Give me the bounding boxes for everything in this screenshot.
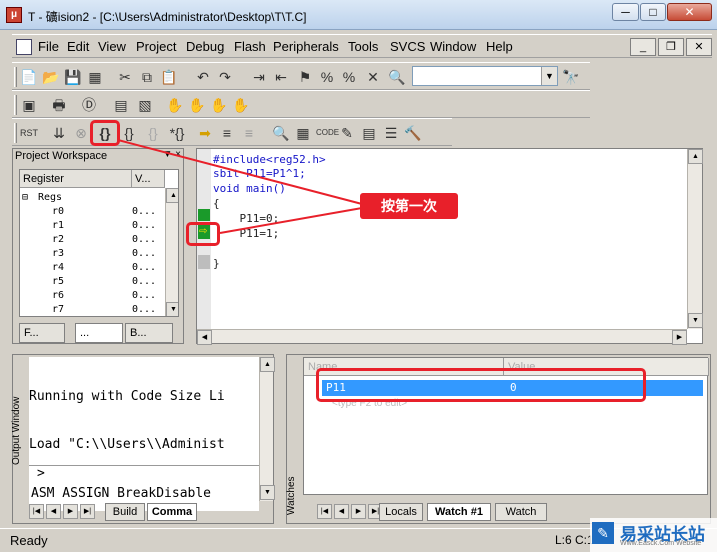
tab-build[interactable]: Build <box>105 503 145 521</box>
tab-watch-1[interactable]: Watch #1 <box>427 503 491 521</box>
tab-watch-2[interactable]: Watch <box>495 503 547 521</box>
watermark: ✎ 易采站长站 Www.Easck.Com Website <box>590 518 717 552</box>
output-line: Running with Code Size Li <box>29 389 225 404</box>
command-prompt: > <box>37 466 45 481</box>
first-tab-icon[interactable]: |◀ <box>29 504 44 519</box>
status-cursor-position: L:6 C:1 <box>555 533 594 547</box>
output-line: Load "C:\\Users\\Administ <box>29 437 225 452</box>
output-window: Output Window Running with Code Size Li … <box>11 354 275 524</box>
watch-window-label: Watches <box>286 476 297 515</box>
status-text: Ready <box>10 533 48 548</box>
first-tab-icon[interactable]: |◀ <box>317 504 332 519</box>
annotation-callout: 按第一次 <box>360 193 458 219</box>
command-line: ASM ASSIGN BreakDisable <box>31 486 212 501</box>
next-tab-icon[interactable]: ▶ <box>63 504 78 519</box>
tab-command[interactable]: Comma <box>147 503 197 521</box>
tab-nav-buttons[interactable]: |◀ ◀ ▶ ▶| <box>317 503 387 521</box>
prev-tab-icon[interactable]: ◀ <box>334 504 349 519</box>
watermark-logo-icon: ✎ <box>592 522 614 544</box>
watermark-subtext: Www.Easck.Com Website <box>620 540 702 547</box>
tab-locals[interactable]: Locals <box>379 503 423 521</box>
scroll-up-icon[interactable]: ▲ <box>260 357 275 372</box>
output-window-label: Output Window <box>11 396 22 465</box>
tab-nav-buttons[interactable]: |◀ ◀ ▶ ▶| <box>29 503 99 521</box>
watch-highlight <box>316 368 646 402</box>
last-tab-icon[interactable]: ▶| <box>80 504 95 519</box>
output-scrollbar[interactable]: ▲ ▼ <box>259 357 275 501</box>
scroll-down-icon[interactable]: ▼ <box>260 485 275 500</box>
output-text: Running with Code Size Li Load "C:\\User… <box>29 357 259 467</box>
prev-tab-icon[interactable]: ◀ <box>46 504 61 519</box>
next-tab-icon[interactable]: ▶ <box>351 504 366 519</box>
